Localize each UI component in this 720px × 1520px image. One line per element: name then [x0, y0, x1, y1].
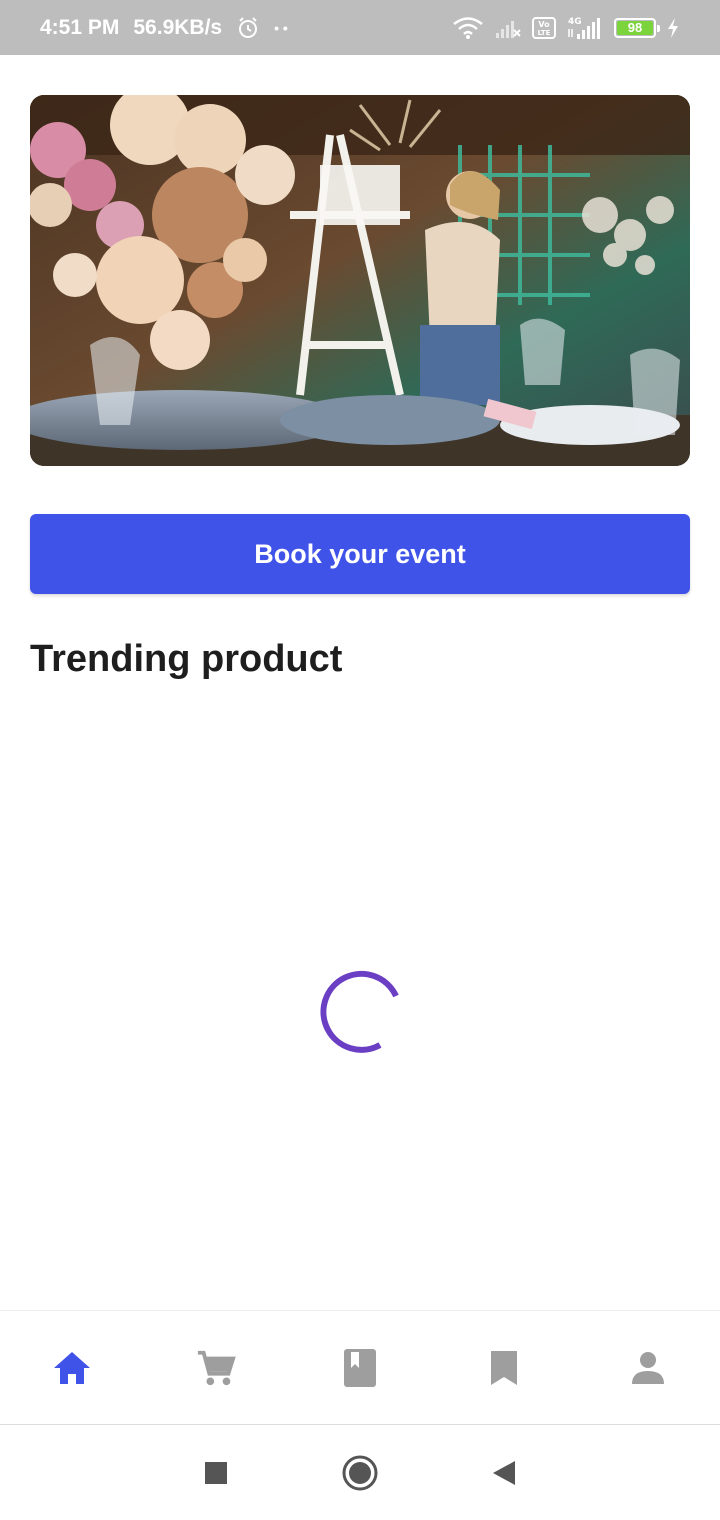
status-left: 4:51 PM 56.9KB/s • • — [40, 16, 288, 40]
event-decoration-illustration — [30, 95, 690, 466]
status-dots: • • — [274, 19, 288, 36]
nav-profile[interactable] — [628, 1348, 668, 1388]
hero-image — [30, 95, 690, 466]
status-right: Vo LTE 4G 98 — [452, 15, 680, 41]
book-icon — [344, 1348, 376, 1387]
status-bar: 4:51 PM 56.9KB/s • • Vo LTE 4G 98 — [0, 0, 720, 55]
bottom-navigation — [0, 1310, 720, 1425]
nav-cart[interactable] — [196, 1348, 236, 1388]
wifi-icon — [452, 16, 484, 40]
profile-icon — [632, 1351, 664, 1384]
nav-book[interactable] — [340, 1348, 380, 1388]
book-event-button[interactable]: Book your event — [30, 514, 690, 594]
back-button[interactable] — [482, 1451, 526, 1495]
system-navigation-bar — [0, 1425, 720, 1520]
battery-icon: 98 — [614, 17, 660, 38]
volte-icon: Vo LTE — [532, 16, 556, 40]
home-system-button[interactable] — [338, 1451, 382, 1495]
recents-icon — [205, 1461, 227, 1484]
loading-spinner — [318, 970, 402, 1054]
svg-text:Vo: Vo — [538, 20, 550, 29]
alarm-icon — [236, 16, 260, 40]
nav-home[interactable] — [52, 1348, 92, 1388]
signal-x-icon — [494, 17, 522, 39]
home-circle-icon — [342, 1455, 378, 1490]
battery-level: 98 — [617, 20, 653, 35]
status-net-speed: 56.9KB/s — [133, 15, 223, 39]
bookmark-icon — [491, 1350, 517, 1385]
back-icon — [493, 1460, 515, 1485]
home-icon — [54, 1351, 90, 1384]
nav-bookmark[interactable] — [484, 1348, 524, 1388]
svg-text:4G: 4G — [568, 17, 582, 27]
svg-text:LTE: LTE — [538, 29, 551, 37]
cart-icon — [197, 1350, 236, 1385]
4g-signal-icon: 4G — [566, 15, 604, 41]
trending-product-title: Trending product — [30, 638, 343, 680]
charging-icon — [666, 17, 680, 39]
recents-button[interactable] — [194, 1451, 238, 1495]
status-time: 4:51 PM — [40, 15, 120, 39]
